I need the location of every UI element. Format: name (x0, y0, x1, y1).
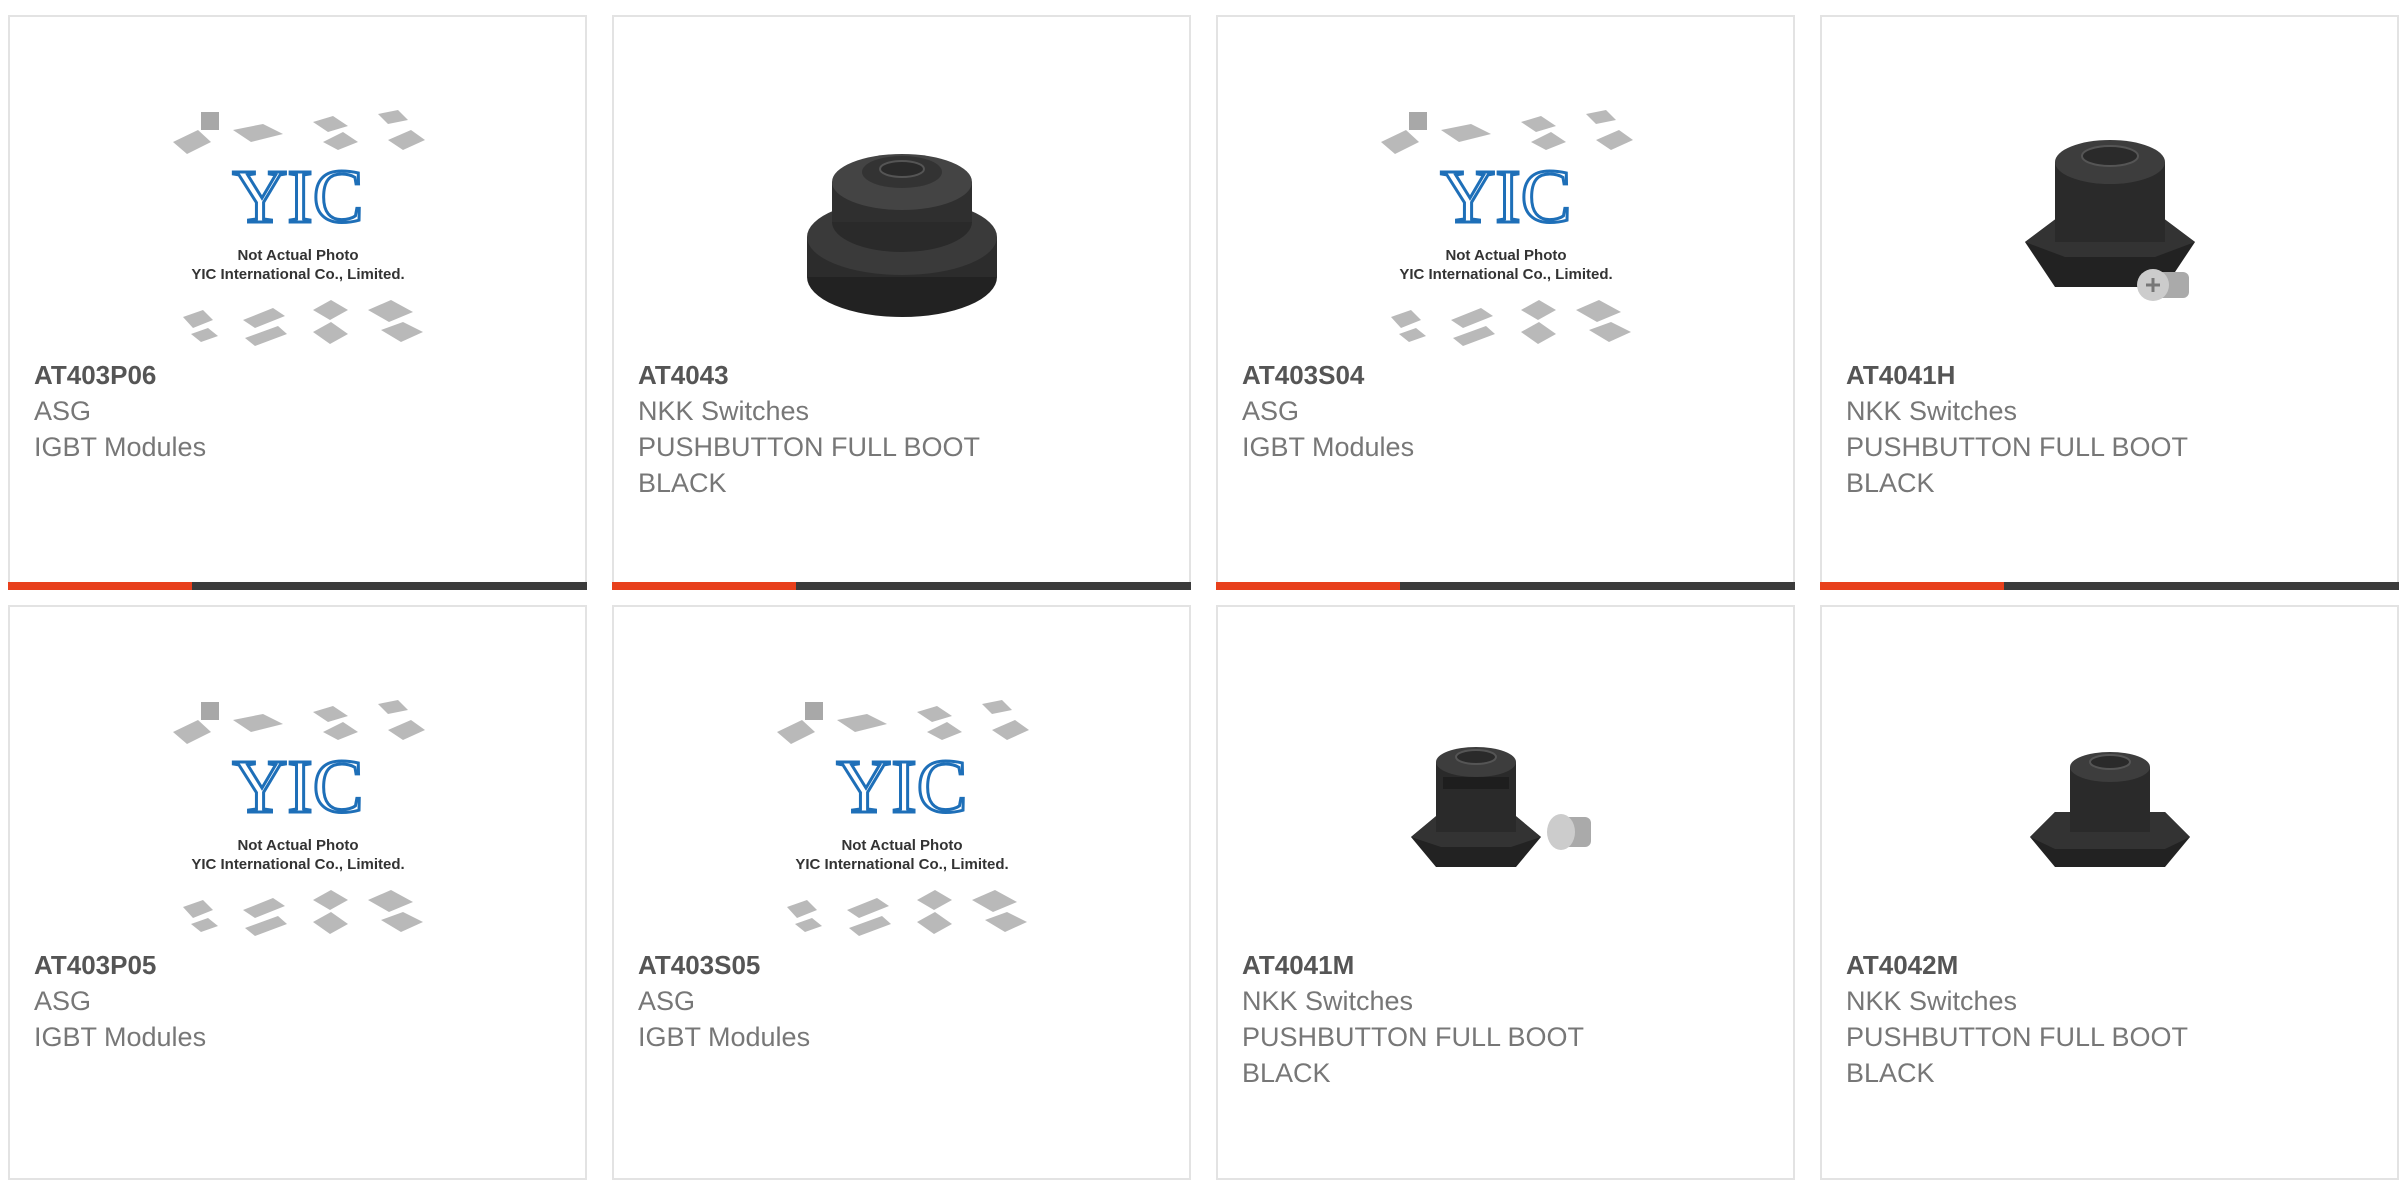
card-accent (1820, 582, 2004, 590)
part-number[interactable]: AT403P06 (34, 357, 561, 393)
card-bottom-bar (8, 582, 587, 590)
card-accent (612, 582, 796, 590)
product-image[interactable]: YIC Not Actual Photo YIC International C… (767, 682, 1037, 952)
svg-text:YIC International Co., Limited: YIC International Co., Limited. (1399, 266, 1612, 283)
description: PUSHBUTTON FULL BOOT BLACK (638, 432, 980, 498)
product-image[interactable]: YIC Not Actual Photo YIC International C… (163, 92, 433, 362)
svg-text:Not Actual Photo: Not Actual Photo (841, 837, 962, 854)
product-image[interactable]: YIC Not Actual Photo YIC International C… (1371, 92, 1641, 362)
description: IGBT Modules (1242, 432, 1415, 462)
svg-text:YIC: YIC (1440, 155, 1571, 239)
product-card[interactable]: AT4043 NKK Switches PUSHBUTTON FULL BOOT… (612, 15, 1191, 590)
description: PUSHBUTTON FULL BOOT BLACK (1242, 1022, 1584, 1088)
product-card[interactable]: YIC Not Actual Photo YIC International C… (8, 605, 587, 1180)
product-card[interactable]: AT4041M NKK Switches PUSHBUTTON FULL BOO… (1216, 605, 1795, 1180)
description: IGBT Modules (34, 432, 207, 462)
manufacturer: NKK Switches (1242, 986, 1414, 1016)
part-number[interactable]: AT403S04 (1242, 357, 1769, 393)
product-card[interactable]: YIC Not Actual Photo YIC International C… (1216, 15, 1795, 590)
product-grid: YIC Not Actual Photo YIC International C… (8, 15, 2399, 1180)
pushbutton-boot-image (2024, 140, 2195, 301)
svg-text:YIC: YIC (232, 745, 363, 829)
product-image[interactable] (1975, 92, 2245, 362)
svg-text:YIC International Co., Limited: YIC International Co., Limited. (191, 856, 404, 873)
pushbutton-boot-image (806, 154, 997, 317)
product-card[interactable]: YIC Not Actual Photo YIC International C… (8, 15, 587, 590)
pushbutton-boot-image (1410, 747, 1591, 867)
product-card[interactable]: AT4042M NKK Switches PUSHBUTTON FULL BOO… (1820, 605, 2399, 1180)
placeholder-image: YIC Not Actual Photo YIC International C… (776, 700, 1029, 936)
card-accent (1216, 582, 1400, 590)
description: IGBT Modules (638, 1022, 811, 1052)
placeholder-image: YIC Not Actual Photo YIC International C… (1380, 110, 1633, 346)
product-card[interactable]: YIC Not Actual Photo YIC International C… (612, 605, 1191, 1180)
placeholder-image: YIC Not Actual Photo YIC International C… (172, 110, 425, 346)
manufacturer: ASG (1242, 396, 1300, 426)
product-image[interactable] (1975, 682, 2245, 952)
svg-text:YIC International Co., Limited: YIC International Co., Limited. (795, 856, 1008, 873)
part-number[interactable]: AT403S05 (638, 947, 1165, 983)
product-image[interactable] (767, 92, 1037, 362)
placeholder-image: YIC Not Actual Photo YIC International C… (172, 700, 425, 936)
svg-text:Not Actual Photo: Not Actual Photo (237, 837, 358, 854)
description: IGBT Modules (34, 1022, 207, 1052)
svg-text:Not Actual Photo: Not Actual Photo (237, 247, 358, 264)
pushbutton-boot-image (2029, 752, 2190, 867)
card-accent (8, 582, 192, 590)
part-number[interactable]: AT4043 (638, 357, 1165, 393)
svg-text:YIC International Co., Limited: YIC International Co., Limited. (191, 266, 404, 283)
manufacturer: ASG (638, 986, 696, 1016)
manufacturer: NKK Switches (1846, 986, 2018, 1016)
svg-text:YIC: YIC (836, 745, 967, 829)
card-bottom-bar (612, 582, 1191, 590)
part-number[interactable]: AT403P05 (34, 947, 561, 983)
svg-text:Not Actual Photo: Not Actual Photo (1445, 247, 1566, 264)
manufacturer: ASG (34, 986, 92, 1016)
card-bottom-bar (1216, 582, 1795, 590)
part-number[interactable]: AT4042M (1846, 947, 2373, 983)
description: PUSHBUTTON FULL BOOT BLACK (1846, 432, 2188, 498)
description: PUSHBUTTON FULL BOOT BLACK (1846, 1022, 2188, 1088)
card-bottom-bar (1820, 582, 2399, 590)
product-card[interactable]: AT4041H NKK Switches PUSHBUTTON FULL BOO… (1820, 15, 2399, 590)
product-image[interactable]: YIC Not Actual Photo YIC International C… (163, 682, 433, 952)
part-number[interactable]: AT4041H (1846, 357, 2373, 393)
manufacturer: ASG (34, 396, 92, 426)
manufacturer: NKK Switches (1846, 396, 2018, 426)
part-number[interactable]: AT4041M (1242, 947, 1769, 983)
svg-text:YIC: YIC (232, 155, 363, 239)
product-image[interactable] (1371, 682, 1641, 952)
manufacturer: NKK Switches (638, 396, 810, 426)
